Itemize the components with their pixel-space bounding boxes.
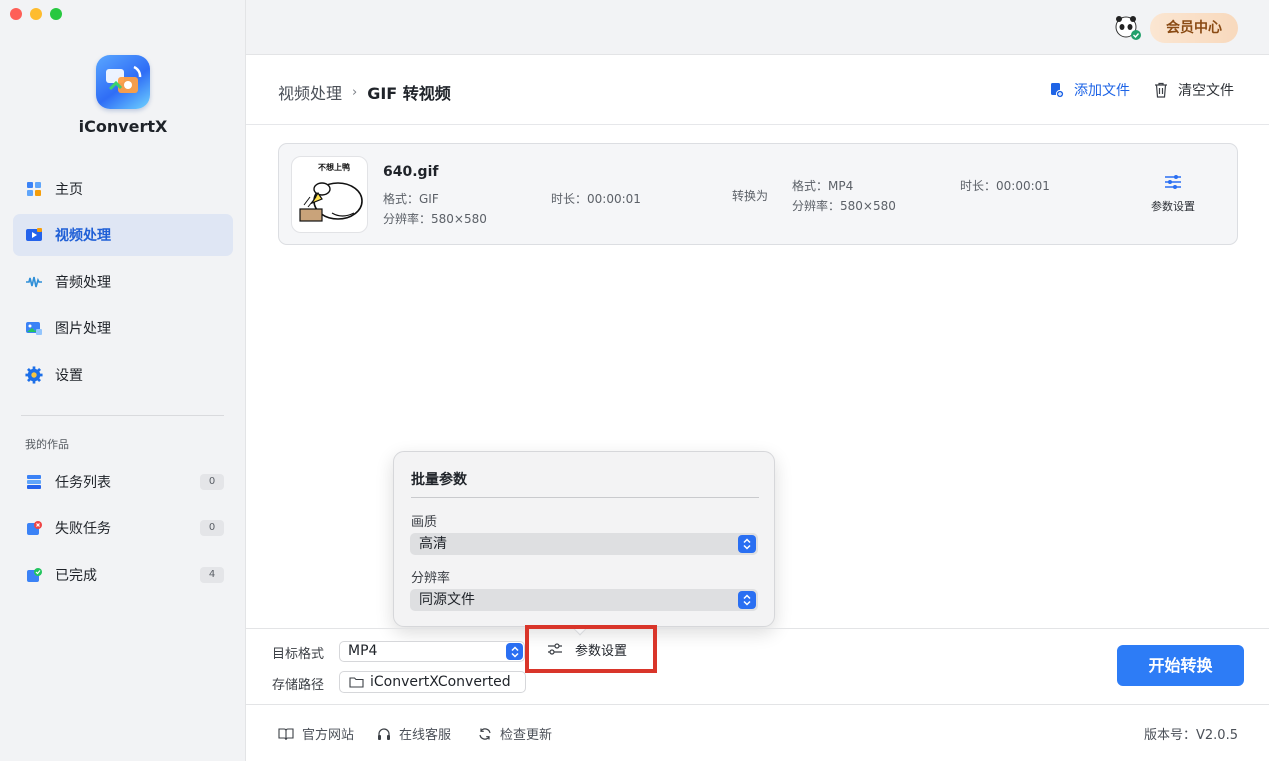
source-resolution: 分辨率：580×580 — [383, 212, 487, 226]
sidebar-item-label: 任务列表 — [55, 475, 111, 491]
popover-divider — [411, 497, 759, 498]
target-duration: 时长：00:00:01 — [960, 179, 1050, 193]
resolution-select[interactable]: 同源文件 — [410, 589, 758, 611]
website-link[interactable]: 官方网站 — [278, 724, 354, 743]
quality-label: 画质 — [411, 515, 438, 530]
task-count-badge: 0 — [200, 474, 224, 490]
save-path-field[interactable]: iConvertXConverted — [339, 671, 526, 693]
footer-divider — [246, 704, 1269, 705]
save-path-label: 存储路径 — [272, 678, 325, 693]
batch-param-settings-label: 参数设置 — [575, 643, 628, 659]
chevron-updown-icon — [506, 643, 523, 660]
sliders-icon — [547, 643, 563, 655]
target-resolution: 分辨率：580×580 — [792, 199, 896, 213]
gear-icon — [25, 366, 43, 384]
folder-icon — [349, 676, 364, 688]
quality-select[interactable]: 高清 — [410, 533, 758, 555]
sidebar-item-label: 主页 — [55, 182, 83, 198]
book-icon — [278, 727, 294, 741]
sidebar-divider — [21, 415, 224, 416]
website-label: 官方网站 — [302, 728, 355, 743]
sidebar-item-failed[interactable]: 失败任务 0 — [13, 507, 233, 549]
completed-icon — [25, 566, 43, 584]
failed-count-badge: 0 — [200, 520, 224, 536]
sidebar: iConvertX 主页 视频处理 音频处理 图片处理 设置 我的作品 任务列表… — [0, 0, 246, 761]
resolution-label: 分辨率 — [411, 571, 451, 586]
window-controls — [10, 8, 62, 20]
quality-value: 高清 — [419, 536, 447, 552]
online-support-label: 在线客服 — [399, 728, 452, 743]
sidebar-item-label: 失败任务 — [55, 521, 111, 537]
sidebar-item-video[interactable]: 视频处理 — [13, 214, 233, 256]
bottom-divider — [246, 628, 1269, 629]
popover-title: 批量参数 — [411, 472, 467, 488]
refresh-icon — [478, 727, 492, 741]
trash-icon — [1154, 82, 1168, 98]
sidebar-item-image[interactable]: 图片处理 — [13, 307, 233, 349]
sidebar-item-audio[interactable]: 音频处理 — [13, 261, 233, 303]
sidebar-item-settings[interactable]: 设置 — [13, 354, 233, 396]
breadcrumb-current: GIF 转视频 — [367, 84, 451, 103]
close-window-button[interactable] — [10, 8, 22, 20]
video-icon — [25, 226, 43, 244]
file-thumbnail: 不想上鸭 — [291, 156, 368, 233]
file-param-settings-button[interactable]: 参数设置 — [1151, 174, 1195, 214]
resolution-value: 同源文件 — [419, 592, 475, 608]
home-grid-icon — [25, 180, 43, 198]
audio-wave-icon — [25, 273, 43, 291]
sidebar-item-completed[interactable]: 已完成 4 — [13, 554, 233, 596]
task-list-icon — [25, 473, 43, 491]
file-name: 640.gif — [383, 164, 439, 180]
completed-count-badge: 4 — [200, 567, 224, 583]
clear-files-label: 清空文件 — [1178, 83, 1234, 99]
target-format: 格式：MP4 — [792, 179, 854, 193]
add-file-icon — [1050, 82, 1064, 98]
header-divider — [246, 124, 1269, 125]
minimize-window-button[interactable] — [30, 8, 42, 20]
file-card[interactable]: 不想上鸭 640.gif 格式：GIF 分辨率：580×580 时长：00:00… — [278, 143, 1238, 245]
add-file-label: 添加文件 — [1074, 83, 1130, 99]
check-update-label: 检查更新 — [500, 728, 553, 743]
batch-param-settings-button[interactable]: 参数设置 — [525, 625, 657, 673]
member-center-button[interactable]: 会员中心 — [1150, 13, 1238, 43]
source-duration: 时长：00:00:01 — [551, 192, 641, 206]
target-format-value: MP4 — [348, 643, 378, 659]
sidebar-item-label: 设置 — [55, 368, 83, 384]
maximize-window-button[interactable] — [50, 8, 62, 20]
my-works-label: 我的作品 — [25, 438, 69, 451]
sidebar-item-label: 视频处理 — [55, 228, 111, 244]
breadcrumb-separator: › — [352, 84, 358, 100]
app-name: iConvertX — [78, 117, 168, 136]
check-update-link[interactable]: 检查更新 — [478, 724, 552, 743]
save-path-value: iConvertXConverted — [370, 674, 511, 690]
breadcrumb: 视频处理 › GIF 转视频 — [278, 80, 451, 104]
image-icon — [25, 319, 43, 337]
app-logo-icon — [96, 55, 150, 109]
version-label: 版本号：V2.0.5 — [1144, 728, 1238, 743]
panda-avatar-icon[interactable] — [1114, 15, 1142, 41]
add-file-button[interactable]: 添加文件 — [1050, 80, 1130, 100]
source-format: 格式：GIF — [383, 192, 439, 206]
failed-task-icon — [25, 519, 43, 537]
target-format-label: 目标格式 — [272, 647, 325, 662]
headset-icon — [377, 727, 391, 741]
clear-files-button[interactable]: 清空文件 — [1154, 80, 1234, 100]
top-bar: 会员中心 — [246, 0, 1269, 55]
sliders-icon — [1151, 174, 1195, 190]
sidebar-item-task-list[interactable]: 任务列表 0 — [13, 461, 233, 503]
sidebar-item-label: 已完成 — [55, 568, 97, 584]
target-format-select[interactable]: MP4 — [339, 641, 525, 662]
sidebar-item-home[interactable]: 主页 — [13, 168, 233, 210]
sidebar-item-label: 音频处理 — [55, 275, 111, 291]
breadcrumb-parent[interactable]: 视频处理 — [278, 80, 342, 104]
file-param-settings-label: 参数设置 — [1151, 200, 1195, 213]
convert-to-label: 转换为 — [732, 189, 769, 203]
batch-params-popover: 批量参数 画质 高清 分辨率 同源文件 — [393, 451, 775, 636]
chevron-updown-icon — [738, 535, 756, 553]
chevron-updown-icon — [738, 591, 756, 609]
online-support-link[interactable]: 在线客服 — [377, 724, 451, 743]
sidebar-item-label: 图片处理 — [55, 321, 111, 337]
start-convert-button[interactable]: 开始转换 — [1117, 645, 1244, 686]
